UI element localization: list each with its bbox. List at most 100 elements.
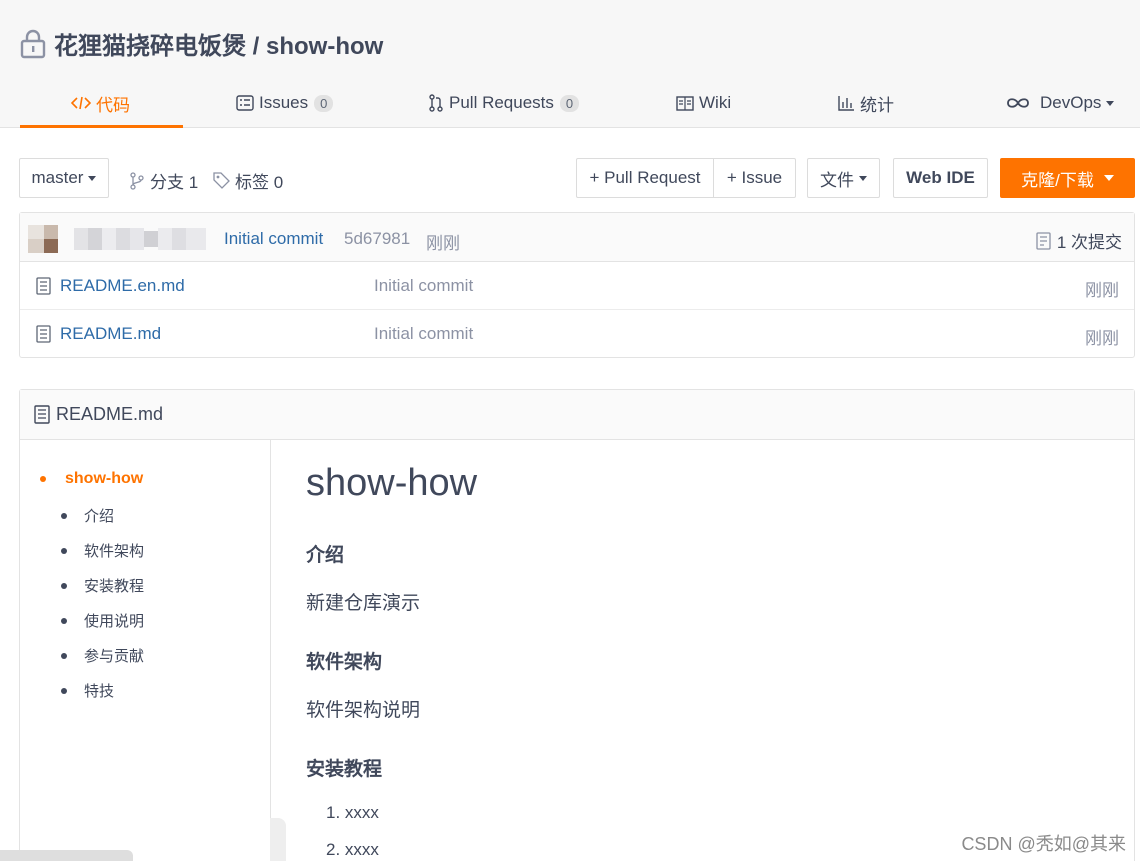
bottom-overlay-chip <box>0 850 133 861</box>
list-item: 1. xxxx <box>326 803 379 822</box>
clone-download-button[interactable]: 克隆/下载 <box>1000 158 1135 198</box>
file-name-link[interactable]: README.md <box>36 324 161 344</box>
section-heading: 介绍 <box>306 545 345 566</box>
section-heading: 安装教程 <box>306 759 383 780</box>
branch-select-label: master <box>31 168 84 187</box>
chevron-down-icon <box>1103 175 1114 181</box>
file-icon <box>36 325 51 343</box>
branches-link[interactable]: 分支 1 <box>129 168 198 193</box>
commit-message-link[interactable]: Initial commit <box>224 229 323 249</box>
commit-time: 刚刚 <box>426 234 460 253</box>
latest-commit-bar: Initial commit 5d67981 刚刚 1 次提交 <box>20 213 1134 262</box>
toc-item-label: 软件架构 <box>84 543 145 560</box>
bullet <box>61 687 67 694</box>
tab-stats[interactable]: 统计 <box>838 78 894 128</box>
tags-link[interactable]: 标签 0 <box>213 168 283 193</box>
repo-title-row: 花狸猫挠碎电饭煲 / show-how <box>20 26 383 61</box>
repo-header: 花狸猫挠碎电饭煲 / show-how 代码 Issues 0 Pull Req… <box>0 0 1140 128</box>
file-menu-button[interactable]: 文件 <box>807 158 880 198</box>
tag-icon <box>213 172 230 189</box>
clone-download-label: 克隆/下载 <box>1021 170 1094 190</box>
bullet <box>61 582 67 589</box>
file-commit-time: 刚刚 <box>1085 329 1119 348</box>
toc-item-show-how[interactable]: show-how <box>40 470 143 488</box>
readme-toc: show-how 介绍 软件架构 安装教程 使用说明 参与贡献 特技 <box>20 440 271 861</box>
toc-item[interactable]: 参与贡献 <box>61 645 144 666</box>
bullet <box>61 652 67 659</box>
readme-title: show-how <box>306 462 478 504</box>
readme-filename: README.md <box>56 404 164 424</box>
wiki-book-icon <box>676 95 694 111</box>
pull-request-icon <box>428 94 444 112</box>
file-name: README.en.md <box>60 276 185 295</box>
web-ide-label: Web IDE <box>906 168 975 187</box>
toc-item-label: 使用说明 <box>84 613 145 630</box>
new-pull-request-label: + Pull Request <box>589 168 701 187</box>
file-list-panel: Initial commit 5d67981 刚刚 1 次提交 README.e… <box>19 212 1135 358</box>
lock-icon <box>20 29 46 58</box>
file-menu-label: 文件 <box>820 170 854 190</box>
branch-icon <box>130 171 144 190</box>
section-heading: 软件架构 <box>306 652 383 673</box>
new-pull-request-button[interactable]: + Pull Request <box>576 158 714 198</box>
tab-wiki[interactable]: Wiki <box>676 78 731 128</box>
new-issue-label: + Issue <box>726 168 783 187</box>
toc-item-label: 安装教程 <box>84 578 145 595</box>
bullet <box>61 547 67 554</box>
branch-select[interactable]: master <box>19 158 109 198</box>
avatar <box>28 225 206 253</box>
file-icon <box>36 277 51 295</box>
tab-code-label: 代码 <box>96 95 130 115</box>
file-icon <box>34 405 50 424</box>
toc-item[interactable]: 介绍 <box>61 505 114 526</box>
toc-item[interactable]: 使用说明 <box>61 610 144 631</box>
commits-count-label: 1 次提交 <box>1056 233 1122 252</box>
stats-chart-icon <box>838 95 855 111</box>
commits-count-link[interactable]: 1 次提交 <box>1036 228 1122 253</box>
watermark: CSDN @秃如@其来 <box>961 834 1126 854</box>
tab-stats-label: 统计 <box>860 95 894 115</box>
tab-pull-requests-label: Pull Requests <box>449 93 554 112</box>
new-issue-button[interactable]: + Issue <box>713 158 796 198</box>
issues-icon <box>236 95 254 111</box>
chevron-down-icon <box>859 175 867 181</box>
web-ide-button[interactable]: Web IDE <box>893 158 988 198</box>
bullet <box>40 476 46 482</box>
tab-issues[interactable]: Issues 0 <box>236 78 334 128</box>
commit-sha-link[interactable]: 5d67981 <box>344 229 410 249</box>
toc-item-label: 特技 <box>84 683 115 700</box>
section-text: 新建仓库演示 <box>306 593 421 614</box>
readme-header: README.md <box>20 390 1134 440</box>
code-icon <box>71 95 91 111</box>
readme-panel: README.md show-how 介绍 软件架构 安装教程 使用说明 参与贡… <box>19 389 1135 861</box>
commit-history-icon <box>1036 231 1051 250</box>
tab-pull-requests[interactable]: Pull Requests 0 <box>428 78 580 128</box>
tab-devops-label: DevOps <box>1040 93 1102 112</box>
toc-item[interactable]: 特技 <box>61 680 114 701</box>
tab-code[interactable]: 代码 <box>20 78 183 128</box>
section-text: 软件架构说明 <box>306 700 421 721</box>
infinity-icon <box>1006 97 1030 109</box>
tags-label: 标签 0 <box>235 173 284 192</box>
toc-item-label: 介绍 <box>84 508 115 525</box>
toc-item[interactable]: 软件架构 <box>61 540 144 561</box>
toc-collapse-handle[interactable] <box>270 818 286 861</box>
tab-issues-label: Issues <box>259 93 309 112</box>
file-commit-time: 刚刚 <box>1085 281 1119 300</box>
file-name: README.md <box>60 324 162 343</box>
file-commit-message[interactable]: Initial commit <box>374 324 473 344</box>
toc-main-label: show-how <box>65 470 144 487</box>
file-row[interactable]: README.en.md Initial commit 刚刚 <box>20 262 1134 310</box>
repo-title[interactable]: 花狸猫挠碎电饭煲 / show-how <box>54 26 383 61</box>
branches-label: 分支 1 <box>150 173 199 192</box>
file-name-link[interactable]: README.en.md <box>36 276 185 296</box>
tab-wiki-label: Wiki <box>699 93 732 112</box>
bullet <box>61 512 67 519</box>
pull-requests-count-badge: 0 <box>559 94 580 112</box>
tab-devops[interactable]: DevOps <box>1006 78 1115 128</box>
toc-item-label: 参与贡献 <box>84 648 145 665</box>
issues-count-badge: 0 <box>314 94 334 112</box>
file-commit-message[interactable]: Initial commit <box>374 276 473 296</box>
toc-item[interactable]: 安装教程 <box>61 575 144 596</box>
file-row[interactable]: README.md Initial commit 刚刚 <box>20 310 1134 358</box>
